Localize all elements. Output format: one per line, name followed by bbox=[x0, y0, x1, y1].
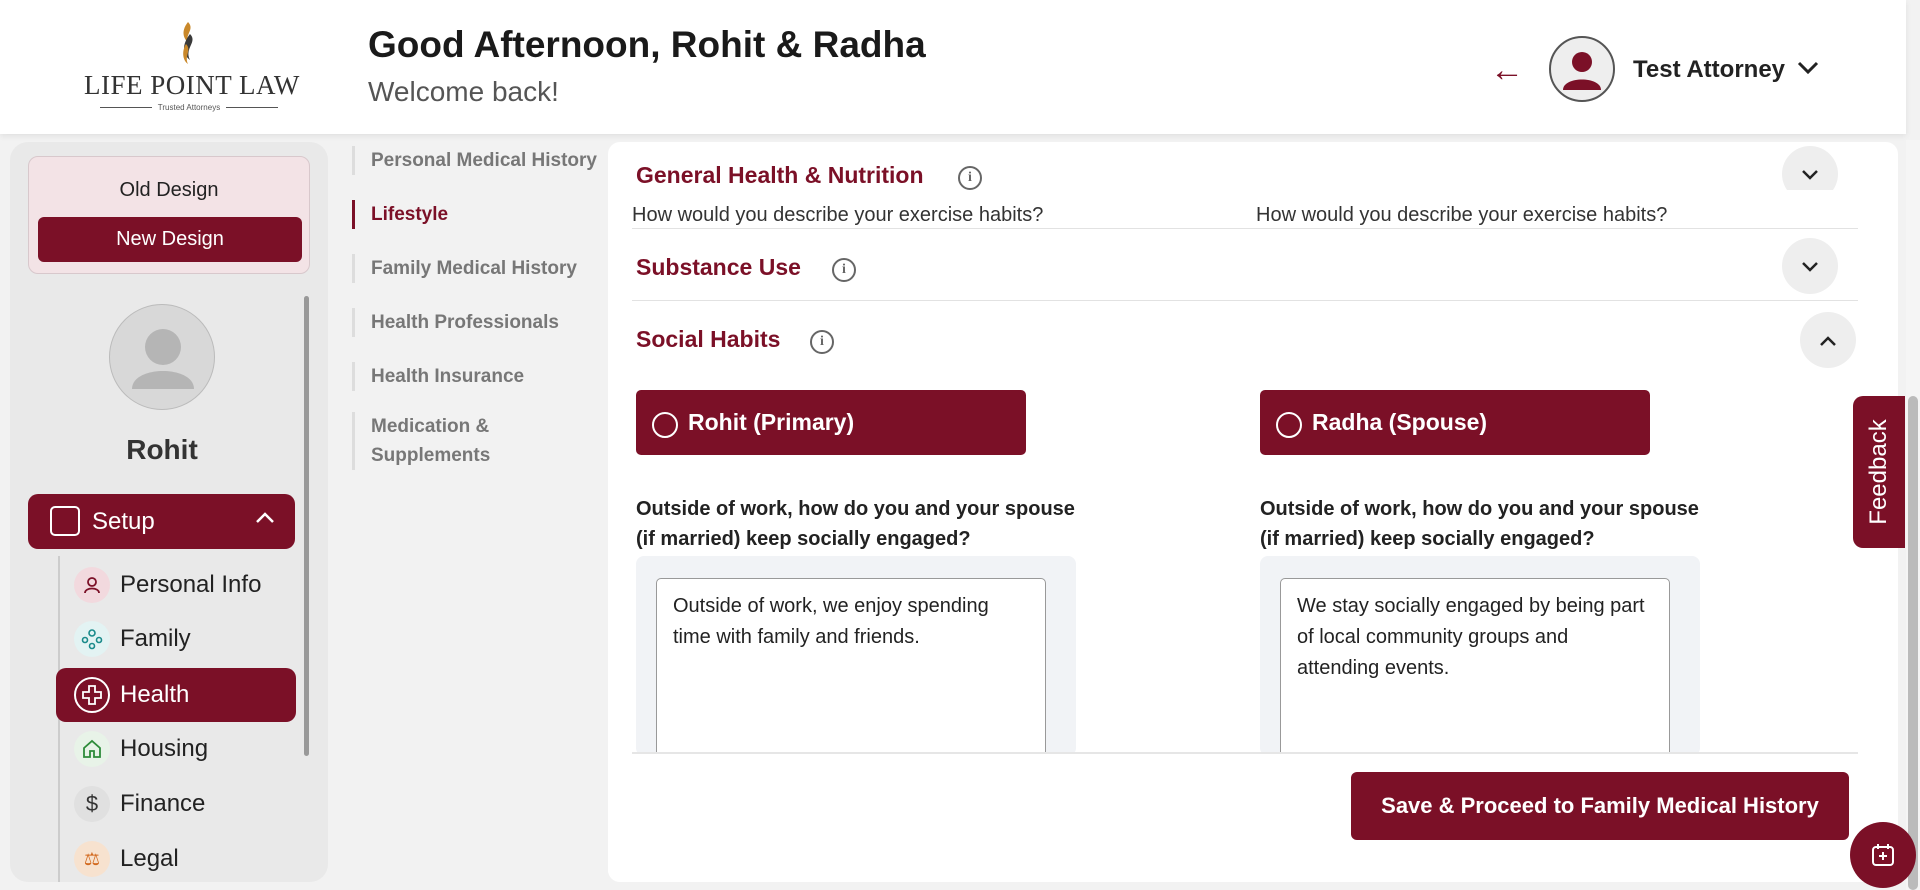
setup-section-toggle[interactable]: Setup bbox=[28, 494, 295, 549]
answer-primary-textarea[interactable]: Outside of work, we enjoy spending time … bbox=[656, 578, 1046, 768]
spouse-person-tab[interactable]: Radha (Spouse) bbox=[1260, 390, 1650, 455]
primary-person-label: Rohit (Primary) bbox=[688, 409, 855, 435]
profile-avatar[interactable] bbox=[109, 304, 215, 410]
design-toggle: Old Design New Design bbox=[28, 156, 310, 274]
feedback-label: Feedback bbox=[1865, 419, 1892, 525]
subnav-health-insurance[interactable]: Health Insurance bbox=[352, 362, 524, 391]
section-title-substance-use[interactable]: Substance Use bbox=[636, 254, 801, 281]
life-point-law-logo[interactable]: LIFE POINT LAW Trusted Attorneys bbox=[84, 20, 300, 112]
greeting-title: Good Afternoon, Rohit & Radha bbox=[368, 24, 926, 65]
subnav-family-medical-history[interactable]: Family Medical History bbox=[352, 254, 577, 283]
info-icon[interactable]: i bbox=[958, 166, 982, 190]
sidebar-item-finance[interactable]: $ Finance bbox=[56, 777, 296, 831]
save-proceed-button[interactable]: Save & Proceed to Family Medical History bbox=[1351, 772, 1849, 840]
info-icon[interactable]: i bbox=[832, 258, 856, 282]
chevron-down-icon[interactable] bbox=[1782, 238, 1838, 294]
sidebar-item-label: Finance bbox=[120, 790, 206, 817]
logo-flame-icon bbox=[183, 22, 193, 64]
question-spouse: Outside of work, how do you and your spo… bbox=[1260, 498, 1699, 550]
person-icon bbox=[74, 567, 110, 603]
info-icon[interactable]: i bbox=[810, 330, 834, 354]
section-title-social-habits[interactable]: Social Habits bbox=[636, 326, 780, 353]
person-circle-icon bbox=[652, 412, 678, 438]
dollar-icon: $ bbox=[74, 786, 110, 822]
legal-icon: ⚖ bbox=[74, 841, 110, 877]
greeting-block: Good Afternoon, Rohit & Radha Welcome ba… bbox=[368, 24, 926, 108]
logo-tagline: Trusted Attorneys bbox=[157, 103, 221, 112]
left-sidebar: Old Design New Design Rohit Setup Person… bbox=[10, 142, 328, 882]
logo-text: LIFE POINT LAW bbox=[84, 70, 300, 100]
setup-list-icon bbox=[50, 506, 80, 536]
clipped-question-left: How would you describe your exercise hab… bbox=[632, 204, 1044, 226]
sidebar-item-legal[interactable]: ⚖ Legal bbox=[56, 832, 296, 882]
app-header: LIFE POINT LAW Trusted Attorneys Good Af… bbox=[0, 0, 1906, 134]
primary-person-tab[interactable]: Rohit (Primary) bbox=[636, 390, 1026, 455]
user-name[interactable]: Test Attorney bbox=[1633, 56, 1785, 84]
clipped-question-right: How would you describe your exercise hab… bbox=[1256, 204, 1668, 226]
profile-name: Rohit bbox=[126, 434, 198, 465]
person-circle-icon bbox=[1276, 412, 1302, 438]
chevron-up-icon[interactable] bbox=[1800, 312, 1856, 368]
sidebar-item-family[interactable]: Family bbox=[56, 612, 296, 666]
chevron-down-icon[interactable] bbox=[1796, 56, 1820, 82]
house-icon bbox=[74, 731, 110, 767]
sidebar-item-health[interactable]: Health bbox=[56, 668, 296, 722]
welcome-subtitle: Welcome back! bbox=[368, 76, 559, 107]
answer-spouse-textarea[interactable]: We stay socially engaged by being part o… bbox=[1280, 578, 1670, 768]
profile-placeholder-icon bbox=[132, 329, 194, 389]
sidebar-item-label: Legal bbox=[120, 845, 179, 872]
health-plus-icon bbox=[74, 677, 110, 713]
main-content: General Health & Nutrition i How would y… bbox=[608, 142, 1898, 882]
user-avatar-icon bbox=[1563, 52, 1601, 90]
sidebar-item-label: Family bbox=[120, 625, 191, 652]
setup-label: Setup bbox=[92, 508, 155, 535]
back-arrow-icon[interactable]: ← bbox=[1490, 50, 1524, 90]
subnav-health-professionals[interactable]: Health Professionals bbox=[352, 308, 559, 337]
sidebar-item-label: Health bbox=[120, 681, 190, 708]
subnav-personal-medical-history[interactable]: Personal Medical History bbox=[352, 146, 597, 175]
sidebar-item-housing[interactable]: Housing bbox=[56, 722, 296, 776]
health-subnav: Personal Medical History Lifestyle Famil… bbox=[352, 142, 602, 482]
question-primary: Outside of work, how do you and your spo… bbox=[636, 498, 1075, 550]
sidebar-scrollbar[interactable] bbox=[304, 296, 309, 756]
new-design-button[interactable]: New Design bbox=[38, 217, 302, 262]
subnav-medication-supplements[interactable]: Medication & Supplements bbox=[352, 412, 572, 470]
page-scrollbar-thumb[interactable] bbox=[1908, 396, 1918, 890]
chevron-up-icon bbox=[254, 504, 276, 532]
feedback-tab[interactable]: Feedback bbox=[1853, 396, 1905, 548]
family-icon bbox=[74, 621, 110, 657]
section-title-general-health[interactable]: General Health & Nutrition bbox=[636, 162, 924, 189]
spouse-person-label: Radha (Spouse) bbox=[1312, 409, 1488, 435]
sidebar-item-label: Personal Info bbox=[120, 571, 262, 598]
calendar-add-icon[interactable] bbox=[1850, 822, 1916, 888]
subnav-lifestyle[interactable]: Lifestyle bbox=[352, 200, 448, 229]
user-avatar[interactable] bbox=[1549, 36, 1615, 102]
sidebar-item-label: Housing bbox=[120, 735, 209, 762]
old-design-button[interactable]: Old Design bbox=[29, 179, 309, 202]
sidebar-item-personal-info[interactable]: Personal Info bbox=[56, 558, 296, 612]
